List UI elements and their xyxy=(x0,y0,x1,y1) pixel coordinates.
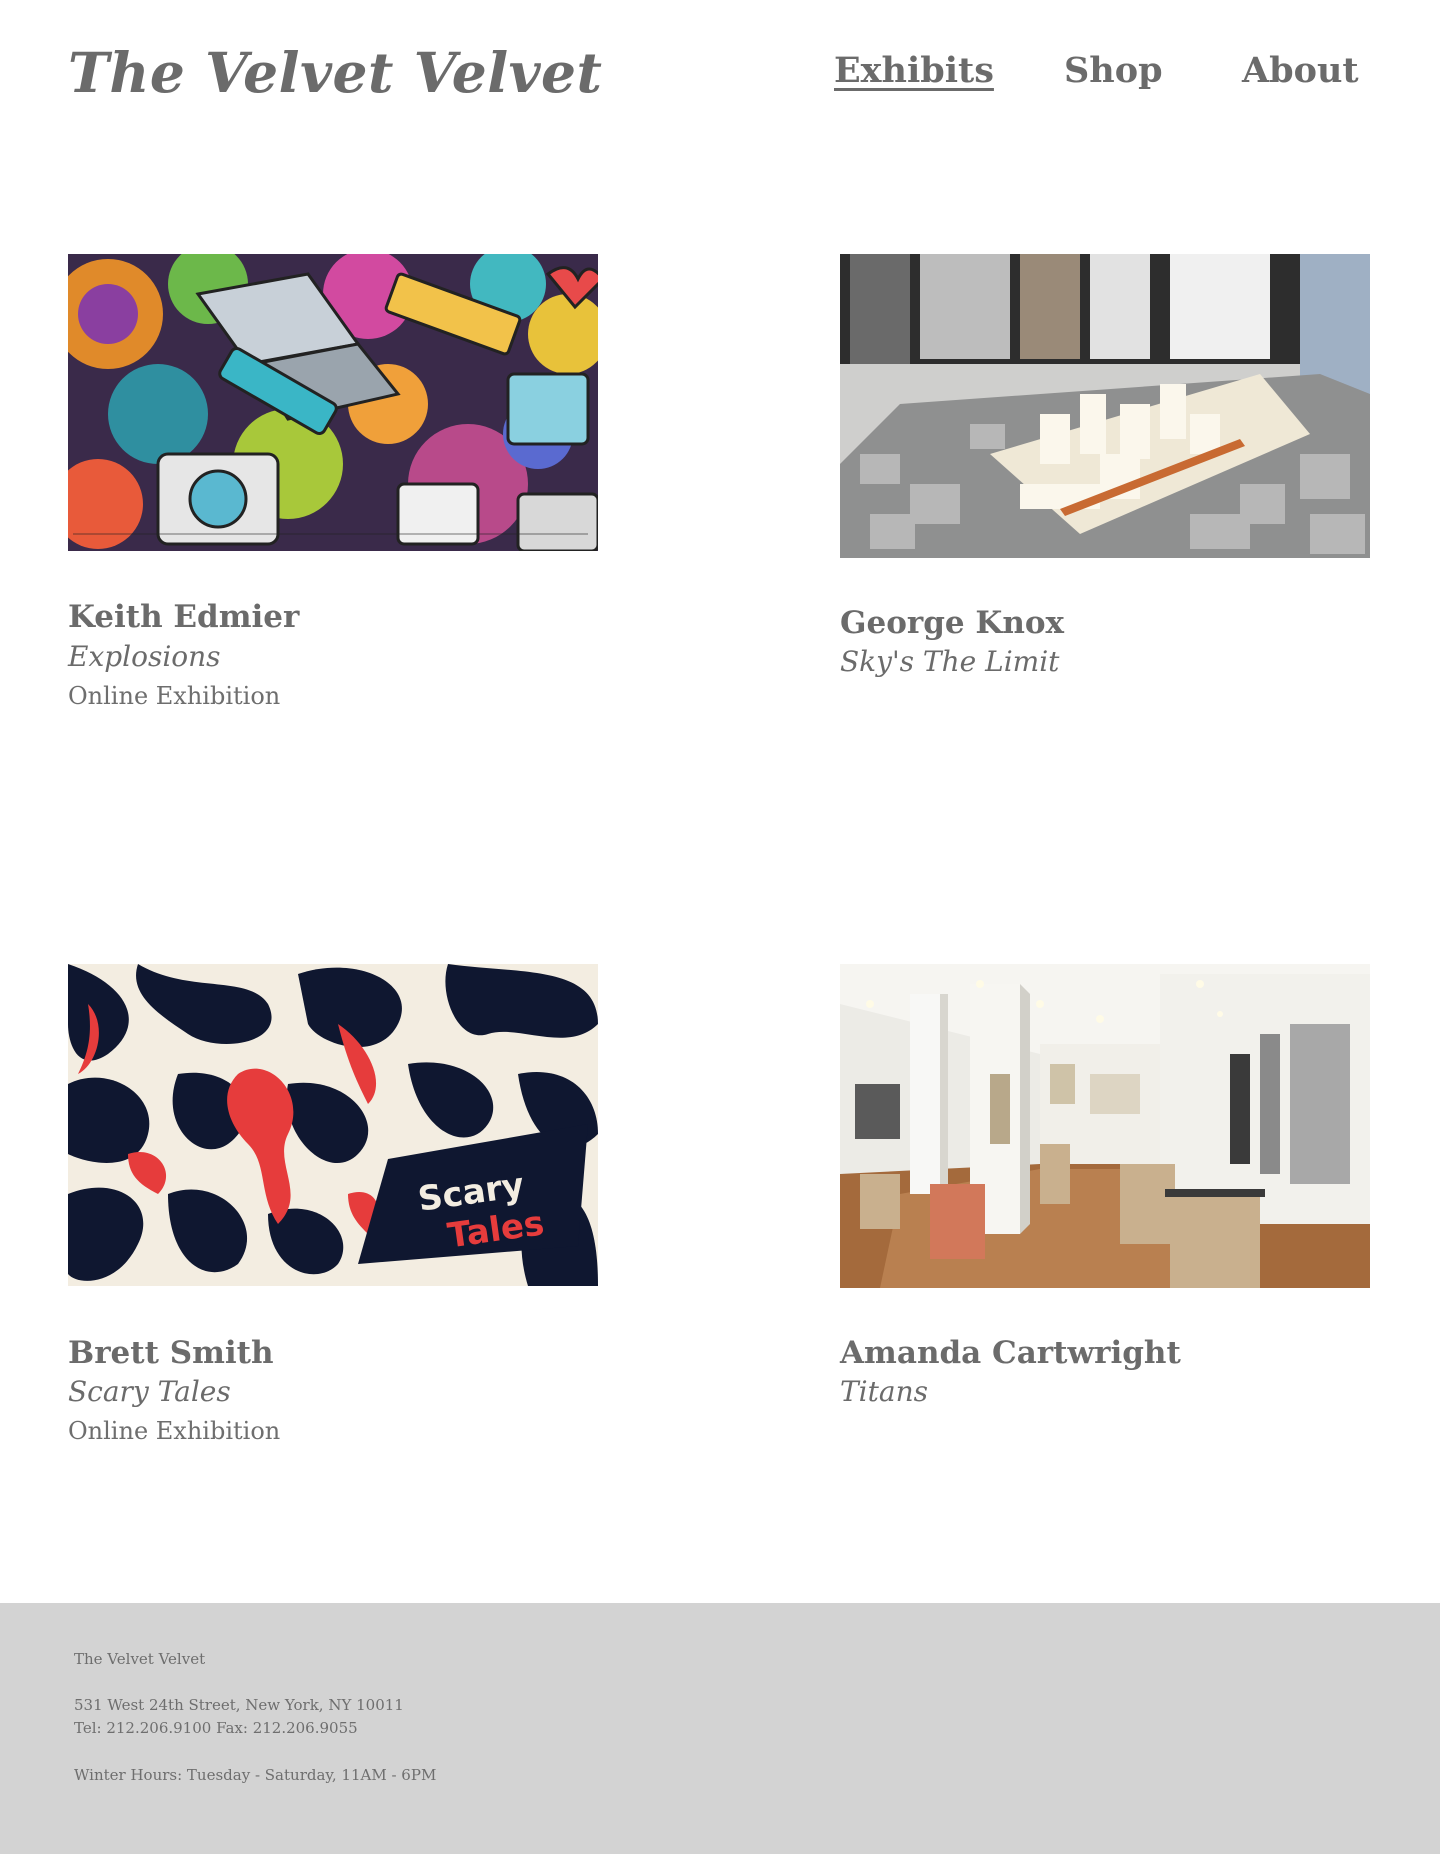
site-footer: The Velvet Velvet 531 West 24th Street, … xyxy=(0,1603,1440,1854)
gallery-interior-photo xyxy=(840,964,1370,1288)
exhibit-card: Amanda Cartwright Titans xyxy=(840,964,1370,1454)
exhibit-image-gallery[interactable] xyxy=(840,964,1370,1288)
exhibit-image-scary-tales[interactable]: Scary Tales xyxy=(68,964,598,1286)
exhibit-card: Keith Edmier Explosions Online Exhibitio… xyxy=(68,254,598,714)
nav-exhibits[interactable]: Exhibits xyxy=(834,50,994,91)
exhibit-title: Explosions xyxy=(68,640,221,673)
exhibit-type: Online Exhibition xyxy=(68,682,281,710)
exhibit-card: Scary Tales Brett Smith Scary Tales Onli… xyxy=(68,964,598,1454)
exhibit-artist[interactable]: Brett Smith xyxy=(68,1335,274,1371)
exhibit-image-doodle[interactable] xyxy=(68,254,598,551)
main-nav: Exhibits Shop About xyxy=(0,50,1440,100)
doodle-illustration xyxy=(68,254,598,551)
footer-hours: Winter Hours: Tuesday - Saturday, 11AM -… xyxy=(74,1766,437,1784)
footer-name: The Velvet Velvet xyxy=(74,1650,206,1668)
footer-address: 531 West 24th Street, New York, NY 10011 xyxy=(74,1696,404,1714)
nav-shop[interactable]: Shop xyxy=(1064,50,1163,91)
exhibit-artist[interactable]: Amanda Cartwright xyxy=(840,1335,1181,1371)
exhibit-title: Titans xyxy=(840,1375,928,1408)
scary-tales-artwork: Scary Tales xyxy=(68,964,598,1286)
exhibit-card: George Knox Sky's The Limit xyxy=(840,254,1370,714)
exhibit-title: Scary Tales xyxy=(68,1375,231,1408)
exhibit-image-city-model[interactable] xyxy=(840,254,1370,558)
exhibit-title: Sky's The Limit xyxy=(840,645,1060,678)
exhibit-artist[interactable]: George Knox xyxy=(840,605,1064,641)
footer-phone: Tel: 212.206.9100 Fax: 212.206.9055 xyxy=(74,1719,358,1737)
exhibit-type: Online Exhibition xyxy=(68,1417,281,1445)
exhibit-artist[interactable]: Keith Edmier xyxy=(68,599,299,635)
city-model-photo xyxy=(840,254,1370,558)
nav-about[interactable]: About xyxy=(1242,50,1359,91)
